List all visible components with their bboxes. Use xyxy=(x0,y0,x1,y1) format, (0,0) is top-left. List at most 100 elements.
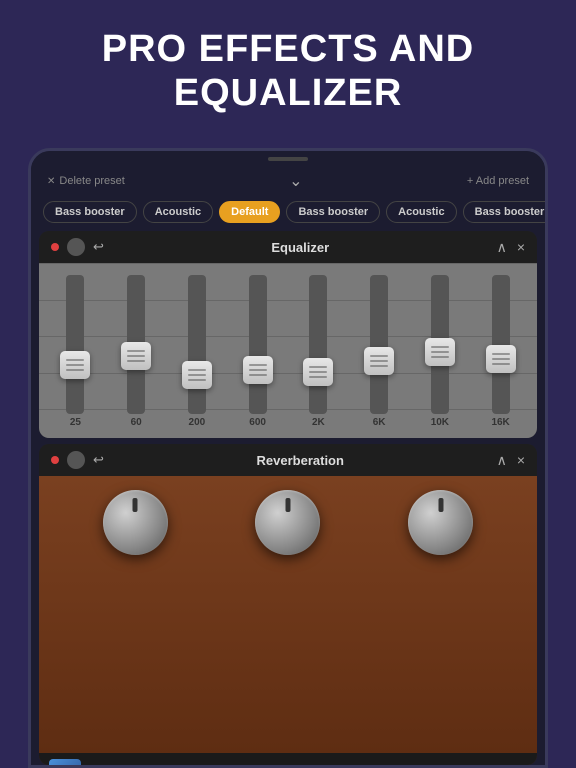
slider-thumb-6k[interactable] xyxy=(364,347,394,375)
knob-1-wrapper xyxy=(103,490,168,555)
grid-line xyxy=(39,263,537,264)
freq-label-60: 60 xyxy=(131,417,142,430)
eq-icon xyxy=(67,238,85,256)
collapse-icon[interactable]: ∧ xyxy=(497,239,507,256)
eq-header-left: ↩ xyxy=(51,238,104,256)
eq-body: 25 60 xyxy=(39,263,537,438)
close-icon: ✕ xyxy=(47,176,55,187)
equalizer-panel: ↩ Equalizer ∧ × xyxy=(39,231,537,438)
eq-band-2k[interactable]: 2K xyxy=(290,275,347,430)
presets-row: Bass booster Acoustic Default Bass boost… xyxy=(31,197,545,231)
thumb-grip xyxy=(66,359,84,361)
now-playing-bar: Deep Water Ahead Sounds Of Tranquility ⏸… xyxy=(39,753,537,765)
slider-track-10k[interactable] xyxy=(431,275,449,414)
slider-track-60[interactable] xyxy=(127,275,145,414)
collapse-reverb-icon[interactable]: ∧ xyxy=(497,452,507,469)
freq-label-25: 25 xyxy=(70,417,81,430)
thumb-grip xyxy=(492,363,510,365)
now-playing-thumbnail xyxy=(49,759,81,765)
slider-thumb-25[interactable] xyxy=(60,351,90,379)
tablet-frame: ✕ Delete preset ⌄ + Add preset Bass boos… xyxy=(28,148,548,768)
record-dot-icon-2 xyxy=(51,456,59,464)
thumb-grip xyxy=(188,369,206,371)
freq-label-600: 600 xyxy=(249,417,266,430)
thumb-grip xyxy=(370,360,388,362)
delete-preset-button[interactable]: ✕ Delete preset xyxy=(47,175,125,187)
undo-reverb-icon[interactable]: ↩ xyxy=(93,452,104,468)
eq-header-right: ∧ × xyxy=(497,239,525,256)
close-reverb-icon[interactable]: × xyxy=(517,452,525,468)
reverb-header-left: ↩ xyxy=(51,451,104,469)
thumb-grip xyxy=(492,358,510,360)
record-dot-icon xyxy=(51,243,59,251)
thumb-grip xyxy=(309,371,327,373)
preset-acoustic-1[interactable]: Acoustic xyxy=(143,201,213,223)
slider-track-600[interactable] xyxy=(249,275,267,414)
eq-band-600[interactable]: 600 xyxy=(229,275,286,430)
slider-track-25[interactable] xyxy=(66,275,84,414)
thumb-grip xyxy=(127,350,145,352)
chevron-down-icon[interactable]: ⌄ xyxy=(289,171,302,191)
preset-default[interactable]: Default xyxy=(219,201,280,223)
eq-band-16k[interactable]: 16K xyxy=(472,275,529,430)
thumb-grip xyxy=(370,355,388,357)
thumb-grip xyxy=(431,351,449,353)
reverb-body: Deep Water Ahead Sounds Of Tranquility ⏸… xyxy=(39,476,537,765)
eq-band-60[interactable]: 60 xyxy=(108,275,165,430)
thumb-grip xyxy=(492,353,510,355)
undo-icon[interactable]: ↩ xyxy=(93,239,104,255)
thumb-grip xyxy=(249,369,267,371)
reverb-icon xyxy=(67,451,85,469)
thumb-grip xyxy=(66,364,84,366)
track-title: Deep Water Ahead xyxy=(89,764,487,766)
reverb-knob-3[interactable] xyxy=(408,490,473,555)
freq-label-200: 200 xyxy=(189,417,206,430)
knob-2-wrapper xyxy=(255,490,320,555)
thumb-grip xyxy=(309,376,327,378)
page-background: PRO EFFECTS AND EQUALIZER ✕ Delete prese… xyxy=(0,0,576,135)
reverb-panel-header: ↩ Reverberation ∧ × xyxy=(39,444,537,476)
thumb-grip xyxy=(188,374,206,376)
add-preset-button[interactable]: + Add preset xyxy=(467,175,529,187)
slider-thumb-60[interactable] xyxy=(121,342,151,370)
eq-panel-header: ↩ Equalizer ∧ × xyxy=(39,231,537,263)
slider-track-6k[interactable] xyxy=(370,275,388,414)
slider-thumb-600[interactable] xyxy=(243,356,273,384)
preset-acoustic-2[interactable]: Acoustic xyxy=(386,201,456,223)
thumb-grip xyxy=(431,356,449,358)
page-header: PRO EFFECTS AND EQUALIZER xyxy=(0,0,576,135)
reverb-header-right: ∧ × xyxy=(497,452,525,469)
thumb-grip xyxy=(431,346,449,348)
eq-band-10k[interactable]: 10K xyxy=(412,275,469,430)
reverb-title: Reverberation xyxy=(104,453,497,468)
sliders-container: 25 60 xyxy=(47,275,529,430)
reverb-knob-2[interactable] xyxy=(255,490,320,555)
slider-track-200[interactable] xyxy=(188,275,206,414)
freq-label-6k: 6K xyxy=(373,417,386,430)
preset-bass-booster-2[interactable]: Bass booster xyxy=(286,201,380,223)
eq-band-200[interactable]: 200 xyxy=(169,275,226,430)
slider-thumb-200[interactable] xyxy=(182,361,212,389)
thumb-grip xyxy=(370,365,388,367)
thumb-grip xyxy=(127,355,145,357)
reverb-knob-1[interactable] xyxy=(103,490,168,555)
page-title: PRO EFFECTS AND EQUALIZER xyxy=(40,28,536,115)
thumb-grip xyxy=(249,364,267,366)
slider-track-16k[interactable] xyxy=(492,275,510,414)
eq-band-6k[interactable]: 6K xyxy=(351,275,408,430)
freq-label-10k: 10K xyxy=(431,417,449,430)
slider-track-2k[interactable] xyxy=(309,275,327,414)
preset-bass-booster-3[interactable]: Bass booster xyxy=(463,201,545,223)
thumb-grip xyxy=(66,369,84,371)
knob-3-wrapper xyxy=(408,490,473,555)
freq-label-16k: 16K xyxy=(491,417,509,430)
thumb-grip xyxy=(127,360,145,362)
slider-thumb-10k[interactable] xyxy=(425,338,455,366)
close-eq-icon[interactable]: × xyxy=(517,239,525,255)
freq-label-2k: 2K xyxy=(312,417,325,430)
thumb-grip xyxy=(309,366,327,368)
eq-band-25[interactable]: 25 xyxy=(47,275,104,430)
slider-thumb-2k[interactable] xyxy=(303,358,333,386)
preset-bass-booster-1[interactable]: Bass booster xyxy=(43,201,137,223)
slider-thumb-16k[interactable] xyxy=(486,345,516,373)
